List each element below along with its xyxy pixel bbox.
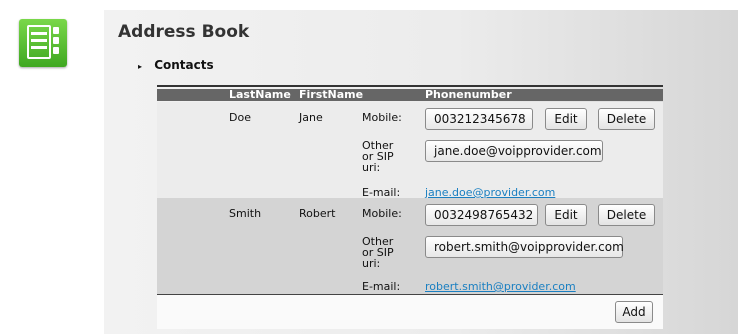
label-line: uri: [362,257,381,270]
text-line [31,46,47,49]
address-book-icon [19,19,67,67]
expand-arrow-icon: ▸ [138,62,143,71]
section-label: Contacts [154,58,214,72]
column-header-lastname: LastName [229,88,291,101]
index-tab [53,37,59,44]
contacts-table: LastName FirstName Phonenumber Doe Jane … [157,85,663,329]
mobile-label: Mobile: [362,111,402,124]
mobile-value-button[interactable]: 0032498765432 [425,204,538,226]
email-label: E-mail: [362,186,401,199]
contacts-section-toggle[interactable]: ▸ Contacts [138,58,214,72]
table-row: Doe Jane Mobile: 003212345678 Edit Delet… [157,102,663,198]
table-footer: Add [157,295,663,329]
label-line: uri: [362,161,381,174]
sip-value-button[interactable]: jane.doe@voipprovider.com [425,140,603,162]
text-line [31,39,47,42]
table-top-rule [157,85,663,87]
add-contact-button[interactable]: Add [615,301,653,323]
index-tab [53,47,59,54]
cell-lastname: Smith [229,207,262,220]
mobile-label: Mobile: [362,207,402,220]
delete-button[interactable]: Delete [598,108,655,130]
other-sip-label: Other or SIP uri: [362,140,394,173]
edit-button[interactable]: Edit [545,204,587,226]
page-title: Address Book [118,22,250,42]
email-link[interactable]: robert.smith@provider.com [425,281,576,292]
text-line [31,32,47,35]
delete-button[interactable]: Delete [598,204,655,226]
email-link[interactable]: jane.doe@provider.com [425,187,555,198]
index-tab [53,27,59,34]
column-header-phonenumber: Phonenumber [425,88,512,101]
other-sip-label: Other or SIP uri: [362,236,394,269]
cell-lastname: Doe [229,111,251,124]
edit-button[interactable]: Edit [545,108,587,130]
page-shape [27,25,51,59]
table-header: LastName FirstName Phonenumber [157,89,663,101]
sip-value-button[interactable]: robert.smith@voipprovider.com [425,236,624,258]
email-label: E-mail: [362,280,401,293]
cell-firstname: Jane [299,111,323,124]
cell-firstname: Robert [299,207,336,220]
column-header-firstname: FirstName [299,88,364,101]
mobile-value-button[interactable]: 003212345678 [425,108,533,130]
table-row: Smith Robert Mobile: 0032498765432 Edit … [157,198,663,294]
